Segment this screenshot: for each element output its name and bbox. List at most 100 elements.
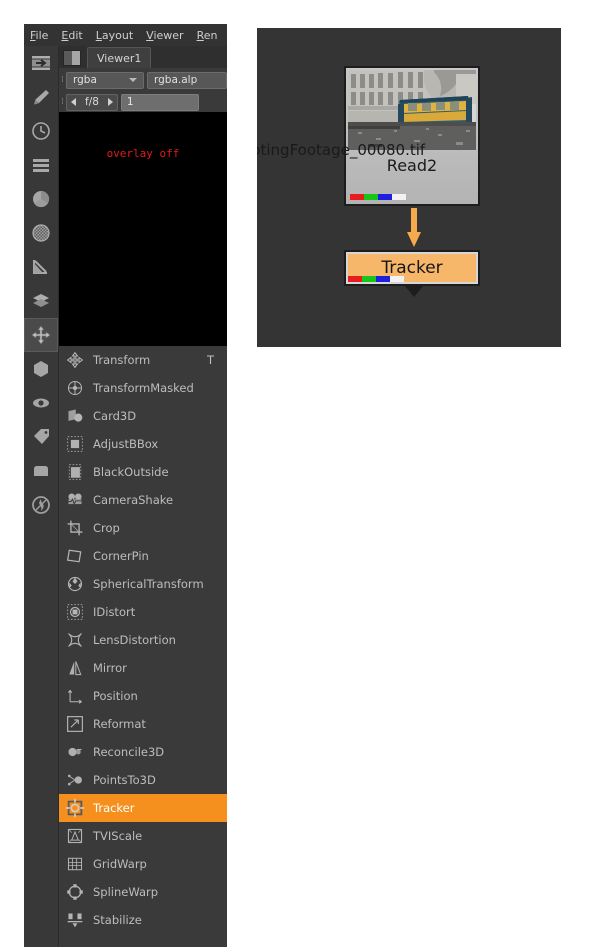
menu-edit[interactable]: Edit xyxy=(61,29,82,42)
node-item-adjustbbox[interactable]: AdjustBBox xyxy=(59,430,227,458)
node-item-gridwarp[interactable]: GridWarp xyxy=(59,850,227,878)
proxy-stepper[interactable]: f/8 xyxy=(66,93,118,111)
layer-select[interactable]: rgba.alp xyxy=(147,71,227,89)
chevron-left-icon[interactable] xyxy=(67,95,80,110)
node-label: Position xyxy=(93,689,138,703)
node-item-transform[interactable]: Transform T xyxy=(59,346,227,374)
node-item-card3d[interactable]: Card3D xyxy=(59,402,227,430)
transform-node-icon[interactable] xyxy=(24,318,58,352)
node-label: Reformat xyxy=(93,717,146,731)
menu-viewer[interactable]: Viewer xyxy=(146,29,183,42)
node-item-crop[interactable]: Crop xyxy=(59,514,227,542)
menu-bar: File Edit Layout Viewer Ren xyxy=(24,24,227,46)
node-label: LensDistortion xyxy=(93,633,176,647)
node-label: SphericalTransform xyxy=(93,577,204,591)
node-item-cornerpin[interactable]: CornerPin xyxy=(59,542,227,570)
tracker-icon xyxy=(63,797,87,819)
stabilize-icon xyxy=(63,909,87,931)
tab-viewer1[interactable]: Viewer1 xyxy=(87,47,152,68)
transform-node-menu: Transform T TransformMasked Card3D Adjus… xyxy=(59,346,227,947)
node-item-reformat[interactable]: Reformat xyxy=(59,710,227,738)
node-item-reconcile3d[interactable]: Reconcile3D xyxy=(59,738,227,766)
chevron-right-icon[interactable] xyxy=(104,95,117,110)
node-item-blackoutside[interactable]: BlackOutside xyxy=(59,458,227,486)
read-node-thumbnail xyxy=(348,70,476,150)
channel-blue xyxy=(378,194,392,200)
read-node[interactable]: Read2 xyxy=(344,66,480,206)
node-label: PointsTo3D xyxy=(93,773,156,787)
node-label: TVIScale xyxy=(93,829,143,843)
viewer-canvas[interactable]: overlay off xyxy=(59,112,227,346)
3d-node-icon[interactable] xyxy=(24,352,58,386)
viewer-tab-bar: Viewer1 xyxy=(59,46,227,68)
points-to-3d-icon xyxy=(63,769,87,791)
position-icon xyxy=(63,685,87,707)
corner-pin-icon xyxy=(63,545,87,567)
node-item-camerashake[interactable]: CameraShake xyxy=(59,486,227,514)
menu-layout[interactable]: Layout xyxy=(96,29,133,42)
panel-grab-icon[interactable] xyxy=(63,50,81,66)
tviscale-icon xyxy=(63,825,87,847)
draw-node-icon[interactable] xyxy=(24,80,58,114)
mirror-icon xyxy=(63,657,87,679)
node-label: CameraShake xyxy=(93,493,174,507)
channel-select[interactable]: rgba xyxy=(66,71,144,89)
node-label: SplineWarp xyxy=(93,885,159,899)
image-node-icon[interactable] xyxy=(24,46,58,80)
views-node-icon[interactable] xyxy=(24,386,58,420)
metadata-node-icon[interactable] xyxy=(24,420,58,454)
overlay-status-text: overlay off xyxy=(106,147,180,160)
menu-render[interactable]: Ren xyxy=(197,29,218,42)
node-label: TransformMasked xyxy=(93,381,194,395)
channel-blue xyxy=(376,276,390,282)
merge-node-icon[interactable] xyxy=(24,284,58,318)
channel-red xyxy=(348,276,362,282)
idistort-icon xyxy=(63,601,87,623)
row-grip-icon[interactable]: ⁞ xyxy=(59,72,66,88)
reformat-icon xyxy=(63,713,87,735)
tracker-output-arrow xyxy=(405,286,423,297)
transform-masked-icon xyxy=(63,377,87,399)
keyer-node-icon[interactable] xyxy=(24,250,58,284)
node-label: AdjustBBox xyxy=(93,437,159,451)
channel-node-icon[interactable] xyxy=(24,148,58,182)
camera-shake-icon xyxy=(63,489,87,511)
channel-alpha xyxy=(392,194,406,200)
menu-file[interactable]: File xyxy=(30,29,48,42)
node-item-tracker[interactable]: Tracker xyxy=(59,794,227,822)
node-label: IDistort xyxy=(93,605,136,619)
node-item-tviscale[interactable]: TVIScale xyxy=(59,822,227,850)
node-graph-panel[interactable]: Read2 shootingFootage_00080.tif Tracker xyxy=(257,28,561,347)
toolsets-node-icon[interactable] xyxy=(24,454,58,488)
tracker-node-channel-bar xyxy=(348,276,404,282)
row-grip-icon-2[interactable]: ⁞ xyxy=(59,94,66,110)
tracker-node[interactable]: Tracker xyxy=(344,250,480,286)
time-node-icon[interactable] xyxy=(24,114,58,148)
node-item-sphericaltransform[interactable]: SphericalTransform xyxy=(59,570,227,598)
node-item-mirror[interactable]: Mirror xyxy=(59,654,227,682)
channel-red xyxy=(350,194,364,200)
other-node-icon[interactable] xyxy=(24,488,58,522)
channel-green xyxy=(362,276,376,282)
read-node-filename: shootingFootage_00080.tif xyxy=(257,141,426,159)
node-label: Transform xyxy=(93,353,151,367)
color-node-icon[interactable] xyxy=(24,182,58,216)
spherical-transform-icon xyxy=(63,573,87,595)
chevron-down-icon xyxy=(129,78,137,82)
node-item-lensdistortion[interactable]: LensDistortion xyxy=(59,626,227,654)
viewer-frame-row: ⁞ f/8 1 xyxy=(59,92,227,112)
filter-node-icon[interactable] xyxy=(24,216,58,250)
frame-input[interactable]: 1 xyxy=(120,93,199,111)
node-item-idistort[interactable]: IDistort xyxy=(59,598,227,626)
node-item-transformmasked[interactable]: TransformMasked xyxy=(59,374,227,402)
spline-warp-icon xyxy=(63,881,87,903)
grid-warp-icon xyxy=(63,853,87,875)
tracker-node-name: Tracker xyxy=(381,258,443,278)
node-item-pointsto3d[interactable]: PointsTo3D xyxy=(59,766,227,794)
node-item-splinewarp[interactable]: SplineWarp xyxy=(59,878,227,906)
layer-select-value: rgba.alp xyxy=(154,74,198,86)
node-item-position[interactable]: Position xyxy=(59,682,227,710)
node-label: Crop xyxy=(93,521,120,535)
node-item-stabilize[interactable]: Stabilize xyxy=(59,906,227,934)
node-label: BlackOutside xyxy=(93,465,169,479)
